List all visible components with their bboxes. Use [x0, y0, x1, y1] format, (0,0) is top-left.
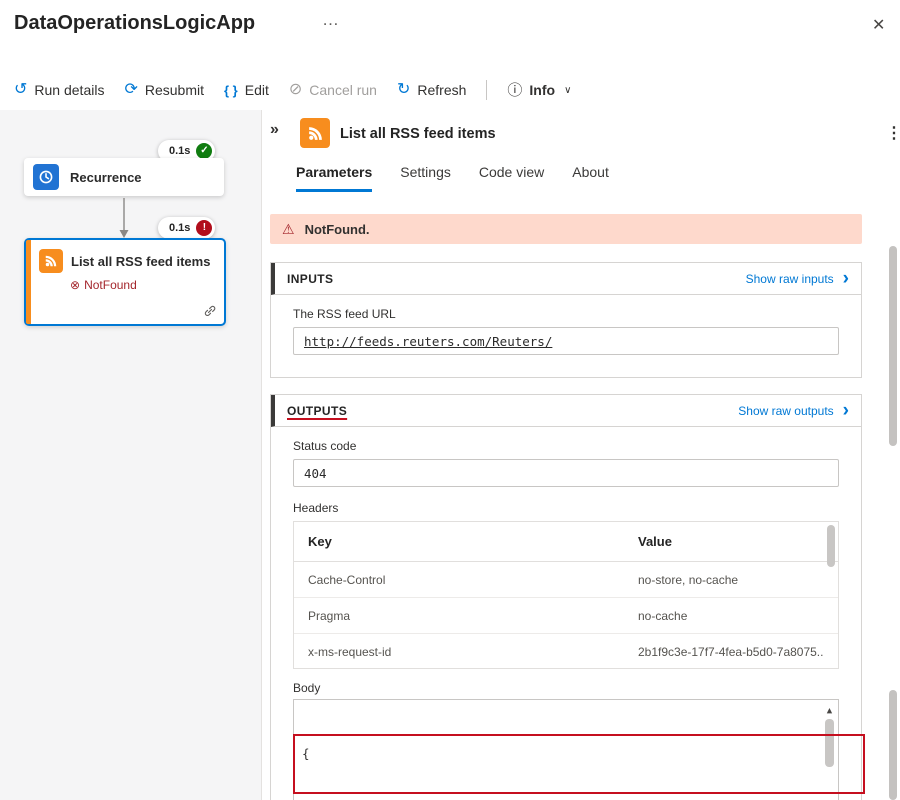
resubmit-label: Resubmit: [144, 82, 204, 98]
table-row: Cache-Control no-store, no-cache: [294, 562, 838, 598]
rss-url-label: The RSS feed URL: [293, 307, 396, 321]
table-row: Pragma no-cache: [294, 598, 838, 634]
error-circle-icon: ⊗: [70, 278, 81, 292]
warning-icon: ⚠: [282, 221, 295, 237]
rss-duration: 0.1s: [169, 222, 191, 234]
show-raw-outputs-link[interactable]: Show raw outputs ›: [738, 399, 849, 421]
code-scroll-thumb[interactable]: [825, 719, 834, 767]
more-options-icon[interactable]: ⋮: [886, 123, 900, 143]
code-scrollbar[interactable]: ▲: [823, 702, 836, 767]
body-label: Body: [293, 681, 321, 695]
main-scrollbar-thumb[interactable]: [889, 246, 897, 446]
info-button[interactable]: ⓘ Info ∨: [507, 82, 571, 98]
status-code-value: 404: [304, 465, 327, 481]
edit-label: Edit: [244, 82, 269, 98]
header-key: Cache-Control: [308, 572, 386, 587]
link-icon[interactable]: [203, 304, 217, 318]
show-raw-inputs-label: Show raw inputs: [745, 271, 834, 286]
column-key: Key: [308, 534, 332, 549]
node-rss-label: List all RSS feed items: [71, 254, 211, 269]
inputs-section: INPUTS Show raw inputs › The RSS feed UR…: [270, 262, 862, 378]
show-raw-inputs-link[interactable]: Show raw inputs ›: [745, 267, 849, 289]
headers-table-header-row: Key Value: [294, 522, 838, 562]
chevron-right-icon: ›: [842, 399, 849, 421]
refresh-icon: ↻: [396, 81, 411, 98]
code-line: {: [302, 746, 310, 761]
cancel-icon: ⊘: [288, 81, 303, 98]
node-accent-bar: [26, 240, 31, 324]
collapse-panel-icon[interactable]: »: [270, 121, 279, 139]
column-value: Value: [638, 534, 672, 549]
logic-app-run-window: DataOperationsLogicApp … ✕ ↺ Run details…: [0, 0, 900, 800]
edit-button[interactable]: { } Edit: [224, 82, 269, 98]
info-icon: ⓘ: [507, 81, 523, 99]
status-code-input[interactable]: 404: [293, 459, 839, 487]
chevron-down-icon: ∨: [564, 84, 572, 96]
lower-scrollbar-thumb[interactable]: [889, 690, 897, 800]
header-key: Pragma: [308, 608, 351, 623]
toolbar-divider: [486, 80, 488, 100]
run-details-label: Run details: [34, 82, 105, 98]
headers-table[interactable]: Key Value Cache-Control no-store, no-cac…: [293, 521, 839, 669]
outputs-section-body: Status code 404 Headers Key Value Cache-…: [271, 427, 861, 800]
rss-status-badge[interactable]: 0.1s !: [158, 217, 216, 239]
scroll-up-icon[interactable]: ▲: [827, 702, 832, 716]
page-title: DataOperationsLogicApp: [14, 12, 256, 34]
outputs-section: OUTPUTS Show raw outputs › Status code 4…: [270, 394, 862, 800]
outputs-heading: OUTPUTS: [287, 403, 348, 418]
inputs-heading: INPUTS: [287, 271, 334, 286]
rss-url-input[interactable]: http://feeds.reuters.com/Reuters/: [293, 327, 839, 355]
run-toolbar: ↺ Run details ⟳ Resubmit { } Edit ⊘ Canc…: [14, 74, 571, 106]
recurrence-duration: 0.1s: [169, 145, 191, 157]
cancel-run-button[interactable]: ⊘ Cancel run: [288, 81, 377, 99]
connector-arrow: [119, 198, 129, 238]
operation-details-panel: » List all RSS feed items ⋮ Parameters S…: [262, 110, 900, 800]
refresh-button[interactable]: ↻ Refresh: [396, 81, 467, 99]
header-value: 2b1f9c3e-17f7-4fea-b5d0-7a8075...: [638, 645, 824, 659]
run-details-icon: ↺: [14, 81, 28, 98]
tab-settings[interactable]: Settings: [400, 164, 451, 192]
node-recurrence[interactable]: Recurrence: [24, 158, 224, 196]
node-error-label: NotFound: [84, 278, 137, 292]
status-code-label: Status code: [293, 439, 357, 453]
inputs-section-header: INPUTS Show raw inputs ›: [271, 263, 861, 295]
error-banner-text: NotFound.: [304, 221, 370, 237]
error-exclaim-icon: !: [196, 220, 213, 236]
workflow-canvas[interactable]: 0.1s ✓ Recurrence 0.1s ! List all RSS fe…: [0, 110, 262, 800]
success-check-icon: ✓: [196, 143, 213, 159]
body-code-view[interactable]: { "status": 404, "message": "The remote …: [293, 699, 839, 800]
run-details-button[interactable]: ↺ Run details: [14, 81, 105, 99]
resubmit-button[interactable]: ⟳ Resubmit: [124, 81, 204, 99]
error-message-banner: ⚠ NotFound.: [270, 214, 862, 244]
cancel-run-label: Cancel run: [309, 82, 377, 98]
close-icon[interactable]: ✕: [872, 15, 885, 35]
refresh-label: Refresh: [417, 82, 467, 98]
table-row: x-ms-request-id 2b1f9c3e-17f7-4fea-b5d0-…: [294, 634, 838, 668]
node-recurrence-label: Recurrence: [70, 169, 142, 185]
tab-about[interactable]: About: [572, 164, 609, 192]
recurrence-clock-icon: [33, 164, 59, 190]
node-rss[interactable]: List all RSS feed items ⊗ NotFound: [24, 238, 226, 326]
show-raw-outputs-label: Show raw outputs: [738, 403, 834, 418]
outputs-section-header: OUTPUTS Show raw outputs ›: [271, 395, 861, 427]
headers-label: Headers: [293, 501, 339, 515]
tab-bar: Parameters Settings Code view About: [296, 164, 609, 192]
resubmit-icon: ⟳: [124, 81, 138, 98]
tab-parameters[interactable]: Parameters: [296, 164, 373, 192]
panel-rss-icon: [300, 118, 330, 148]
node-error-status: ⊗ NotFound: [70, 278, 137, 292]
panel-title: List all RSS feed items: [340, 126, 496, 142]
header-value: no-cache: [638, 608, 688, 623]
title-overflow-button[interactable]: …: [322, 10, 339, 30]
inputs-section-body: The RSS feed URL http://feeds.reuters.co…: [271, 295, 861, 367]
header-value: no-store, no-cache: [638, 572, 739, 587]
info-label: Info: [529, 82, 556, 98]
chevron-right-icon: ›: [842, 267, 849, 289]
rss-url-value: http://feeds.reuters.com/Reuters/: [304, 333, 553, 349]
header-key: x-ms-request-id: [308, 645, 392, 659]
tab-code-view[interactable]: Code view: [479, 164, 544, 192]
braces-icon: { }: [224, 82, 238, 98]
table-scrollbar[interactable]: [827, 525, 835, 567]
rss-icon: [39, 249, 63, 273]
